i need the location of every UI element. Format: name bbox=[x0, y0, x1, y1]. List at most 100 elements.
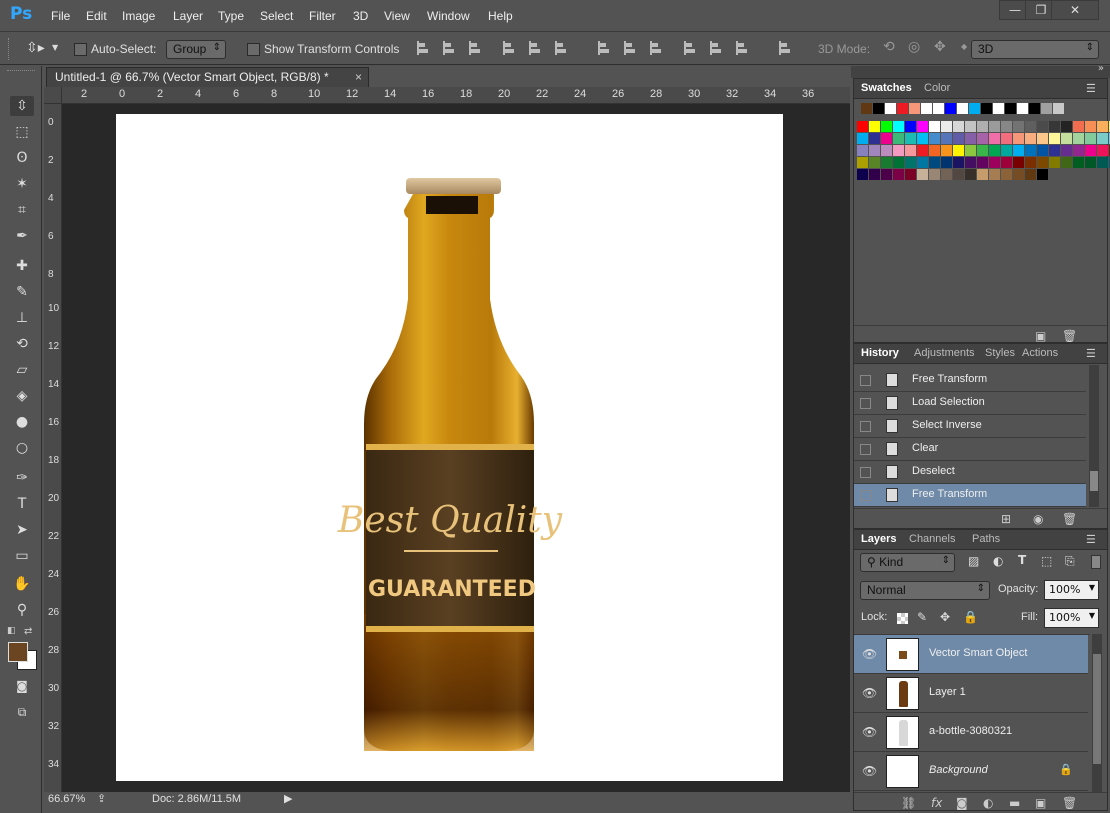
swatch[interactable] bbox=[1085, 145, 1096, 156]
history-item[interactable]: Free Transform bbox=[854, 369, 1086, 392]
swatch[interactable] bbox=[977, 157, 988, 168]
menu-filter[interactable]: Filter bbox=[309, 9, 336, 23]
visibility-eye-icon[interactable]: 👁 bbox=[862, 764, 877, 778]
swatch[interactable] bbox=[1013, 133, 1024, 144]
zoom-level[interactable]: 66.67% bbox=[48, 793, 85, 805]
layer-row[interactable]: 👁 Background 🔒 bbox=[854, 752, 1088, 791]
swatch[interactable] bbox=[881, 133, 892, 144]
link-layers-icon[interactable]: ⛓ bbox=[901, 796, 916, 810]
screen-mode-icon[interactable]: ⧉ bbox=[10, 702, 34, 722]
collapse-panels-icon[interactable]: » bbox=[1098, 63, 1104, 74]
healing-brush-tool-icon[interactable]: ✚ bbox=[10, 256, 34, 276]
menu-layer[interactable]: Layer bbox=[173, 9, 203, 23]
swatch[interactable] bbox=[965, 157, 976, 168]
tab-swatches[interactable]: Swatches bbox=[861, 82, 912, 94]
swatch[interactable] bbox=[893, 169, 904, 180]
eraser-tool-icon[interactable]: ▱ bbox=[10, 360, 34, 380]
swatch[interactable] bbox=[1085, 121, 1096, 132]
magic-wand-tool-icon[interactable]: ✶ bbox=[10, 174, 34, 194]
filter-adjustment-icon[interactable]: ◐ bbox=[993, 554, 1003, 568]
visibility-eye-icon[interactable]: 👁 bbox=[862, 686, 877, 700]
swatch[interactable] bbox=[977, 169, 988, 180]
swatch[interactable] bbox=[893, 157, 904, 168]
tab-paths[interactable]: Paths bbox=[972, 533, 1000, 545]
menu-window[interactable]: Window bbox=[427, 9, 470, 23]
swatch[interactable] bbox=[977, 145, 988, 156]
layer-style-fx-icon[interactable]: fx bbox=[931, 796, 942, 810]
swatch[interactable] bbox=[1085, 157, 1096, 168]
align-vcenter-icon[interactable] bbox=[443, 41, 459, 55]
swatch[interactable] bbox=[1073, 145, 1084, 156]
3d-rotate-icon[interactable]: ⟲ bbox=[883, 39, 895, 55]
swatch[interactable] bbox=[957, 103, 968, 114]
history-brush-tool-icon[interactable]: ⟲ bbox=[10, 334, 34, 354]
blend-mode-dropdown[interactable]: Normal bbox=[860, 581, 990, 600]
swatch[interactable] bbox=[929, 169, 940, 180]
swatch[interactable] bbox=[857, 133, 868, 144]
lasso-tool-icon[interactable]: ʘ bbox=[10, 148, 34, 168]
opacity-input[interactable]: 100% ▼ bbox=[1044, 580, 1099, 600]
history-scrollbar[interactable] bbox=[1089, 365, 1099, 507]
swatch[interactable] bbox=[1073, 133, 1084, 144]
swatch[interactable] bbox=[881, 145, 892, 156]
grip-handle[interactable] bbox=[8, 38, 11, 60]
swatch[interactable] bbox=[969, 103, 980, 114]
swatch[interactable] bbox=[885, 103, 896, 114]
history-scroll-thumb[interactable] bbox=[1090, 471, 1098, 491]
crop-tool-icon[interactable]: ⌗ bbox=[10, 200, 34, 220]
swatch[interactable] bbox=[909, 103, 920, 114]
swatch[interactable] bbox=[1037, 133, 1048, 144]
swatch[interactable] bbox=[989, 145, 1000, 156]
swatch[interactable] bbox=[1037, 157, 1048, 168]
panel-menu-icon[interactable]: ☰ bbox=[1086, 82, 1096, 95]
swatch[interactable] bbox=[905, 121, 916, 132]
quick-mask-icon[interactable]: ◙ bbox=[10, 676, 34, 696]
swatch[interactable] bbox=[897, 103, 908, 114]
align-bottom-icon[interactable] bbox=[469, 41, 485, 55]
swatch[interactable] bbox=[893, 145, 904, 156]
type-tool-icon[interactable]: T bbox=[10, 494, 34, 514]
swatch[interactable] bbox=[905, 133, 916, 144]
swatch[interactable] bbox=[1025, 157, 1036, 168]
panel-menu-icon[interactable]: ☰ bbox=[1086, 347, 1096, 360]
swatch[interactable] bbox=[921, 103, 932, 114]
paint-bucket-tool-icon[interactable]: ◈ bbox=[10, 386, 34, 406]
swatch[interactable] bbox=[917, 121, 928, 132]
swatch[interactable] bbox=[869, 169, 880, 180]
swatch[interactable] bbox=[873, 103, 884, 114]
swatch[interactable] bbox=[1013, 121, 1024, 132]
swatch[interactable] bbox=[989, 169, 1000, 180]
swatch[interactable] bbox=[893, 133, 904, 144]
chevron-down-icon[interactable]: ▼ bbox=[1089, 583, 1095, 592]
horizontal-ruler[interactable]: 2 0 2 4 6 8 10 12 14 16 18 20 22 24 26 2… bbox=[62, 87, 850, 104]
swatch[interactable] bbox=[917, 157, 928, 168]
swatch[interactable] bbox=[929, 145, 940, 156]
menu-help[interactable]: Help bbox=[488, 9, 513, 23]
layer-row[interactable]: 👁 Layer 1 bbox=[854, 674, 1088, 713]
swatch[interactable] bbox=[1049, 121, 1060, 132]
snapshot-camera-icon[interactable]: ◉ bbox=[1033, 512, 1043, 526]
clone-stamp-tool-icon[interactable]: ⊥ bbox=[10, 308, 34, 328]
swatch[interactable] bbox=[929, 133, 940, 144]
filter-toggle-switch[interactable] bbox=[1091, 555, 1101, 569]
swatch[interactable] bbox=[869, 121, 880, 132]
3d-pan-icon[interactable]: ✥ bbox=[934, 39, 946, 55]
align-right-icon[interactable] bbox=[555, 41, 571, 55]
layers-scroll-thumb[interactable] bbox=[1093, 654, 1101, 764]
distribute-top-icon[interactable] bbox=[598, 41, 614, 55]
eyedropper-tool-icon[interactable]: ✒ bbox=[10, 226, 34, 246]
swatch[interactable] bbox=[1037, 145, 1048, 156]
layer-row-selected[interactable]: 👁 Vector Smart Object bbox=[854, 635, 1088, 674]
visibility-eye-icon[interactable]: 👁 bbox=[862, 725, 877, 739]
swatch[interactable] bbox=[869, 145, 880, 156]
swatch[interactable] bbox=[1025, 121, 1036, 132]
swatch[interactable] bbox=[1037, 121, 1048, 132]
hand-tool-icon[interactable]: ✋ bbox=[10, 574, 34, 594]
swatch[interactable] bbox=[917, 133, 928, 144]
swatch[interactable] bbox=[881, 121, 892, 132]
chevron-down-icon[interactable]: ▼ bbox=[52, 43, 58, 52]
distribute-right-icon[interactable] bbox=[736, 41, 752, 55]
new-document-from-state-icon[interactable]: ⊞ bbox=[1001, 512, 1011, 526]
distribute-vcenter-icon[interactable] bbox=[624, 41, 640, 55]
swatch[interactable] bbox=[1097, 133, 1108, 144]
